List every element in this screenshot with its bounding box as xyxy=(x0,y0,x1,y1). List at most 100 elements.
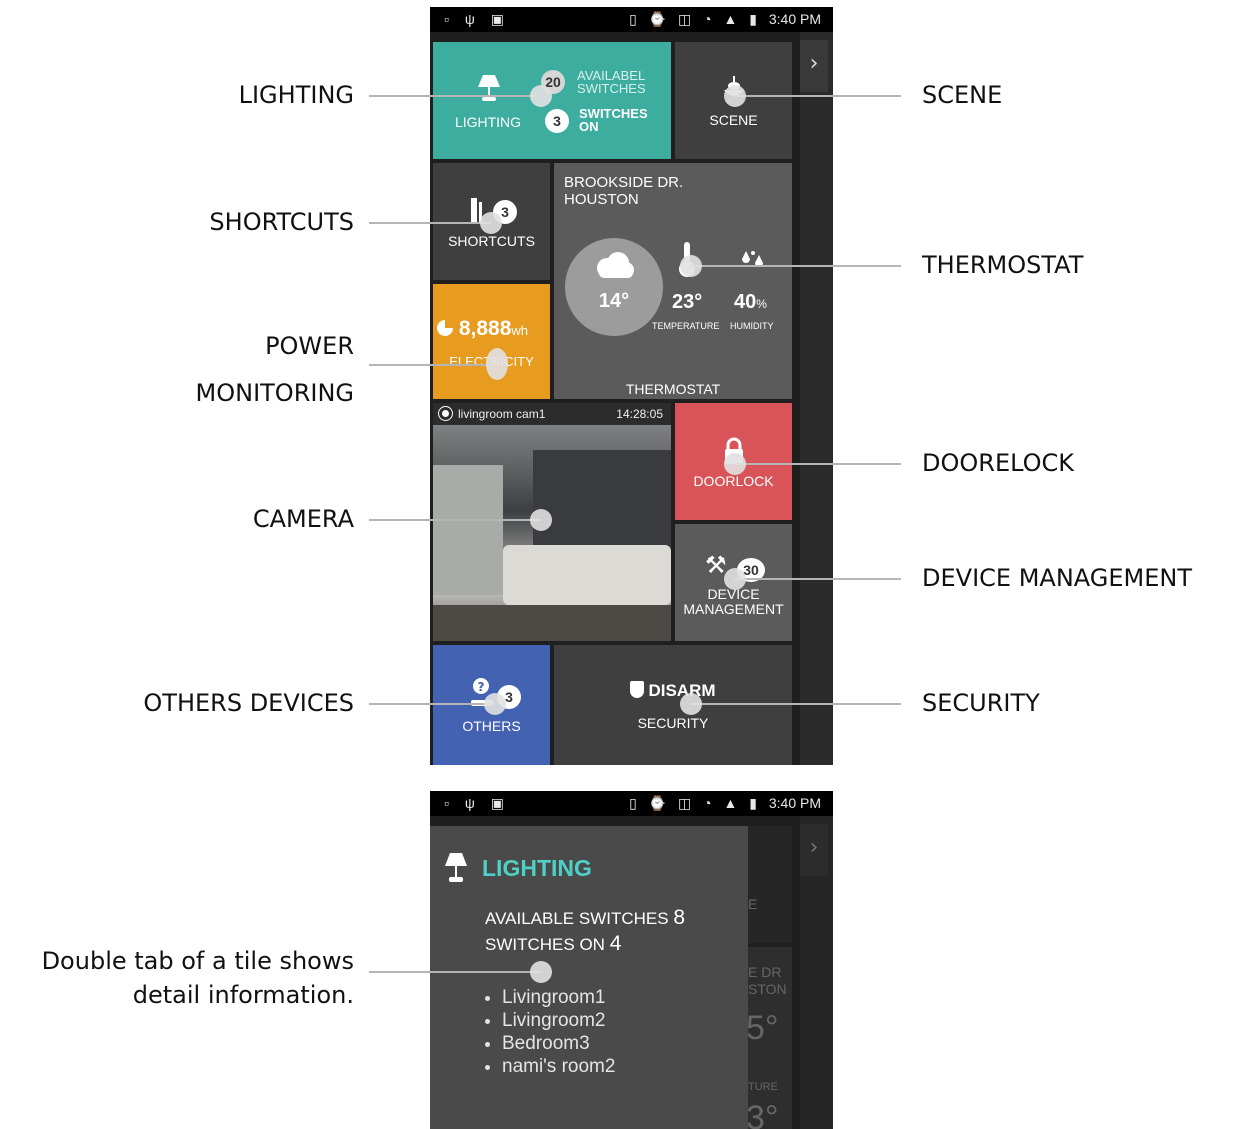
camera-header: livingroom cam1 14:28:05 xyxy=(433,403,671,425)
bg-fragment: 5° xyxy=(746,1009,779,1047)
callout-dot xyxy=(530,85,552,107)
tile-shortcuts-label: SHORTCUTS xyxy=(448,233,535,249)
callout-thermostat: THERMOSTAT xyxy=(922,251,1084,279)
status-time: ▯ ⌚ ◫ ◔ ▲ ▮ 3:40 PM xyxy=(629,11,821,27)
callout-dot xyxy=(530,509,552,531)
callout-shortcuts: SHORTCUTS xyxy=(209,208,354,236)
tile-thermostat[interactable]: BROOKSIDE DR. HOUSTON 14° 23° 40% TEMPER… xyxy=(554,163,792,399)
callout-dot xyxy=(680,693,702,715)
camera-time: 14:28:05 xyxy=(616,407,663,421)
tools-icon: ⚒ xyxy=(705,552,727,579)
callout-detail-line2: detail information. xyxy=(132,981,354,1009)
callout-line xyxy=(734,95,901,97)
feed-sofa xyxy=(503,545,671,605)
available-switches-text: AVAILABEL SWITCHES xyxy=(577,68,646,96)
tile-lighting[interactable]: LIGHTING 20 AVAILABEL SWITCHES 3 SWITCHE… xyxy=(433,42,671,159)
feed-window xyxy=(433,465,503,595)
chevron-right-icon[interactable]: › xyxy=(800,824,828,876)
callout-security: SECURITY xyxy=(922,689,1040,717)
switches-on-badge: 3 xyxy=(545,109,569,133)
tile-camera[interactable]: livingroom cam1 14:28:05 xyxy=(433,403,671,641)
callout-dot xyxy=(486,348,508,380)
tile-scene-label: SCENE xyxy=(709,112,758,128)
svg-text:?: ? xyxy=(478,680,485,694)
tile-thermostat-label: THERMOSTAT xyxy=(625,381,721,397)
feed-floor xyxy=(433,605,671,641)
callout-line xyxy=(690,265,901,267)
status-bar: ▫ ψ ▣ ▯ ⌚ ◫ ◔ ▲ ▮ 3:40 PM xyxy=(430,7,833,32)
dashboard-screen: ▫ ψ ▣ ▯ ⌚ ◫ ◔ ▲ ▮ 3:40 PM › LIGHTING 20 … xyxy=(430,7,833,765)
bg-fragment: 3° xyxy=(746,1099,779,1129)
status-icons-left: ▫ ψ ▣ xyxy=(444,11,510,27)
lamp-icon xyxy=(445,853,467,882)
switches-on-text: SWITCHES ON xyxy=(579,106,648,134)
callout-line xyxy=(369,971,541,973)
list-item[interactable]: Livingroom1 xyxy=(502,986,615,1009)
list-item[interactable]: Livingroom2 xyxy=(502,1009,615,1032)
chevron-right-icon[interactable]: › xyxy=(800,40,828,92)
status-icons-right-2: ▯ ⌚ ◫ ◔ ▲ ▮ xyxy=(629,795,769,811)
callout-dot xyxy=(680,255,702,277)
callout-line xyxy=(734,578,901,580)
callout-line xyxy=(369,519,541,521)
callout-scene: SCENE xyxy=(922,81,1003,109)
lighting-detail-panel[interactable]: LIGHTING AVAILABLE SWITCHES 8 SWITCHES O… xyxy=(430,826,748,1129)
outdoor-weather-circle: 14° xyxy=(565,238,663,336)
callout-device-management: DEVICE MANAGEMENT xyxy=(922,564,1193,592)
callout-dot xyxy=(724,85,746,107)
camera-feed-image[interactable] xyxy=(433,425,671,641)
callout-line xyxy=(369,95,541,97)
temperature-caption: TEMPERATURE xyxy=(652,321,720,331)
tile-others-label: OTHERS xyxy=(462,718,521,734)
camera-name: livingroom cam1 xyxy=(458,407,546,421)
callout-lighting: LIGHTING xyxy=(238,81,354,109)
shield-icon xyxy=(630,681,645,698)
status-bar-2: ▫ ψ ▣ ▯ ⌚ ◫ ◔ ▲ ▮ 3:40 PM xyxy=(430,791,833,816)
webcam-icon xyxy=(439,407,452,420)
list-item[interactable]: Bedroom3 xyxy=(502,1032,615,1055)
thermostat-address: BROOKSIDE DR. HOUSTON xyxy=(564,174,684,208)
indoor-temperature: 23° xyxy=(672,291,703,313)
lamp-icon xyxy=(478,75,500,101)
detail-on: SWITCHES ON 4 xyxy=(485,932,622,955)
detail-title: LIGHTING xyxy=(482,855,592,881)
bg-fragment: E DR STON xyxy=(748,964,787,997)
detail-room-list: Livingroom1 Livingroom2 Bedroom3 nami's … xyxy=(502,986,615,1078)
callout-line xyxy=(734,463,901,465)
tile-security-label: SECURITY xyxy=(637,715,709,731)
side-rail-2[interactable]: › xyxy=(800,816,833,1129)
status-time-2: ▯ ⌚ ◫ ◔ ▲ ▮ 3:40 PM xyxy=(629,795,821,811)
callout-detail-line1: Double tab of a tile shows xyxy=(41,947,354,975)
callout-monitoring: MONITORING xyxy=(195,379,354,407)
indoor-humidity: 40% xyxy=(734,291,767,313)
callout-dot xyxy=(724,568,746,590)
security-state: DISARM xyxy=(554,681,792,701)
outdoor-temperature: 14° xyxy=(598,290,630,312)
tile-electricity[interactable]: 8,888wh ELECTRICITY xyxy=(433,284,550,399)
side-rail[interactable]: › xyxy=(800,32,833,765)
humidity-caption: HUMIDITY xyxy=(730,321,774,331)
bg-fragment: TURE xyxy=(748,1081,778,1093)
tile-device-management-label: DEVICE MANAGEMENT xyxy=(683,586,784,617)
cloud-icon xyxy=(597,252,634,278)
callout-dot xyxy=(480,212,502,234)
tile-security[interactable]: DISARM SECURITY xyxy=(554,645,792,765)
callout-line xyxy=(369,703,495,705)
detail-available: AVAILABLE SWITCHES 8 xyxy=(485,906,686,929)
callout-dot xyxy=(724,453,746,475)
tile-doorlock-label: DOORLOCK xyxy=(693,473,774,489)
callout-power: POWER xyxy=(265,332,354,360)
callout-dot xyxy=(484,693,506,715)
pie-chart-icon xyxy=(437,320,453,336)
bg-fragment: E xyxy=(748,896,758,912)
callout-doorlock: DOORELOCK xyxy=(922,449,1075,477)
callout-dot xyxy=(530,961,552,983)
detail-screen: ▫ ψ ▣ ▯ ⌚ ◫ ◔ ▲ ▮ 3:40 PM E E DR STON 5°… xyxy=(430,791,833,1129)
tile-lighting-label: LIGHTING xyxy=(454,114,522,130)
status-icons-right: ▯ ⌚ ◫ ◔ ▲ ▮ xyxy=(629,11,769,27)
callout-line xyxy=(369,222,491,224)
list-item[interactable]: nami's room2 xyxy=(502,1055,615,1078)
callout-others: OTHERS DEVICES xyxy=(143,689,354,717)
electricity-reading: 8,888wh xyxy=(437,317,528,341)
callout-line xyxy=(369,364,497,366)
